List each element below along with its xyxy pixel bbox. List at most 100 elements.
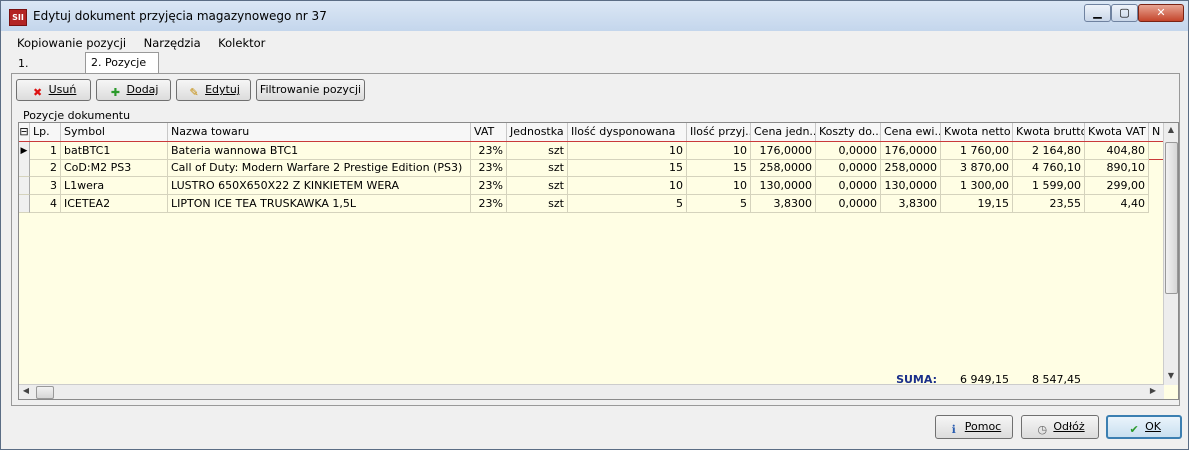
col-jednostka[interactable]: Jednostka [507,123,568,141]
cell-nazwa[interactable]: Call of Duty: Modern Warfare 2 Prestige … [168,159,471,177]
cell-brutto[interactable]: 1 599,00 [1013,177,1085,195]
cell-cena-jedn[interactable]: 3,8300 [751,195,816,213]
positions-grid[interactable]: ⊟ Lp. Symbol Nazwa towaru VAT Jednostka … [18,122,1179,400]
cell-cena-ewi[interactable]: 130,0000 [881,177,941,195]
col-ilosc-przyjeta[interactable]: Ilość przyj... [687,123,751,141]
cell-brutto[interactable]: 23,55 [1013,195,1085,213]
cell-koszty[interactable]: 0,0000 [816,142,881,160]
cell-brutto[interactable]: 4 760,10 [1013,159,1085,177]
help-button[interactable]: ℹ Pomoc [935,415,1013,439]
cell-ilosc-przyj[interactable]: 10 [687,142,751,160]
row-selector[interactable] [19,177,30,195]
cell-symbol[interactable]: L1wera [61,177,168,195]
title-bar[interactable]: SII Edytuj dokument przyjęcia magazynowe… [1,1,1188,31]
cell-cena-ewi[interactable]: 176,0000 [881,142,941,160]
horizontal-scrollbar[interactable]: ◀ ▶ [19,384,1164,399]
cell-netto[interactable]: 19,15 [941,195,1013,213]
scroll-up-icon[interactable]: ▲ [1164,125,1178,134]
menu-narzedzia[interactable]: Narzędzia [137,34,208,52]
cell-kwota-vat[interactable]: 890,10 [1085,159,1149,177]
col-lp[interactable]: Lp. [30,123,61,141]
cell-vat[interactable]: 23% [471,159,507,177]
col-cena-ewidencyjna[interactable]: Cena ewi... [881,123,941,141]
cell-kwota-vat[interactable]: 404,80 [1085,142,1149,160]
delete-button[interactable]: ✖ Usuń [16,79,91,101]
vertical-scroll-thumb[interactable] [1165,142,1178,294]
cell-kwota-vat[interactable]: 4,40 [1085,195,1149,213]
cell-ilosc-przyj[interactable]: 10 [687,177,751,195]
cell-ilosc-dysp[interactable]: 10 [568,142,687,160]
cell-cena-ewi[interactable]: 3,8300 [881,195,941,213]
cell-vat[interactable]: 23% [471,195,507,213]
ok-button[interactable]: ✔ OK [1106,415,1182,439]
col-kwota-brutto[interactable]: Kwota brutto [1013,123,1085,141]
app-icon[interactable]: SII [9,9,27,26]
col-n[interactable]: N [1149,123,1164,141]
col-nazwa-towaru[interactable]: Nazwa towaru [168,123,471,141]
cell-ilosc-dysp[interactable]: 15 [568,159,687,177]
cell-nazwa[interactable]: LUSTRO 650X650X22 Z KINKIETEM WERA [168,177,471,195]
cell-vat[interactable]: 23% [471,177,507,195]
cell-lp[interactable]: 3 [30,177,61,195]
cell-lp[interactable]: 2 [30,159,61,177]
cell-cena-ewi[interactable]: 258,0000 [881,159,941,177]
scroll-left-icon[interactable]: ◀ [19,386,33,395]
cell-cena-jedn[interactable]: 176,0000 [751,142,816,160]
current-row-indicator-icon[interactable]: ▶ [19,142,30,160]
cell-cena-jedn[interactable]: 130,0000 [751,177,816,195]
cell-koszty[interactable]: 0,0000 [816,177,881,195]
filter-positions-button[interactable]: Filtrowanie pozycji [256,79,365,101]
cell-brutto[interactable]: 2 164,80 [1013,142,1085,160]
vertical-scrollbar[interactable]: ▲ ▼ [1163,123,1178,385]
cell-ilosc-przyj[interactable]: 15 [687,159,751,177]
cell-symbol[interactable]: ICETEA2 [61,195,168,213]
cell-cena-jedn[interactable]: 258,0000 [751,159,816,177]
col-cena-jednostkowa[interactable]: Cena jedn... [751,123,816,141]
cell-jednostka[interactable]: szt [507,195,568,213]
close-button[interactable]: ✕ [1138,4,1184,22]
menu-kopiowanie-pozycji[interactable]: Kopiowanie pozycji [10,34,133,52]
minimize-button[interactable]: ▁ [1084,4,1111,22]
cell-netto[interactable]: 1 760,00 [941,142,1013,160]
col-ilosc-dysponowana[interactable]: Ilość dysponowana [568,123,687,141]
row-selector[interactable] [19,159,30,177]
scroll-right-icon[interactable]: ▶ [1146,386,1160,395]
col-koszty-dodatkowe[interactable]: Koszty do... [816,123,881,141]
col-symbol[interactable]: Symbol [61,123,168,141]
cell-nazwa[interactable]: LIPTON ICE TEA TRUSKAWKA 1,5L [168,195,471,213]
cell-koszty[interactable]: 0,0000 [816,159,881,177]
tab-dokument[interactable]: 1. Dokument [13,54,93,89]
column-chooser-icon[interactable]: ⊟ [19,123,30,141]
cell-jednostka[interactable]: szt [507,159,568,177]
menu-kolektor[interactable]: Kolektor [211,34,272,52]
horizontal-scroll-thumb[interactable] [36,386,54,399]
add-button[interactable]: ✚ Dodaj [96,79,171,101]
col-vat[interactable]: VAT [471,123,507,141]
cell-ilosc-dysp[interactable]: 10 [568,177,687,195]
table-row[interactable]: 2 CoD:M2 PS3 Call of Duty: Modern Warfare … [19,159,1164,177]
cell-kwota-vat[interactable]: 299,00 [1085,177,1149,195]
tab-pozycje[interactable]: 2. Pozycje [85,52,159,74]
cell-jednostka[interactable]: szt [507,142,568,160]
table-row[interactable]: 3 L1wera LUSTRO 650X650X22 Z KINKIETEM WER… [19,177,1164,195]
cell-koszty[interactable]: 0,0000 [816,195,881,213]
scroll-down-icon[interactable]: ▼ [1164,371,1178,380]
cell-lp[interactable]: 1 [30,142,61,160]
cell-symbol[interactable]: batBTC1 [61,142,168,160]
col-kwota-netto[interactable]: Kwota netto [941,123,1013,141]
row-selector[interactable] [19,195,30,213]
cell-symbol[interactable]: CoD:M2 PS3 [61,159,168,177]
table-row[interactable]: ▶ 1 batBTC1 Bateria wannowa BTC1 23% szt 10 10 1… [19,141,1164,160]
cell-ilosc-dysp[interactable]: 5 [568,195,687,213]
col-kwota-vat[interactable]: Kwota VAT [1085,123,1149,141]
table-row[interactable]: 4 ICETEA2 LIPTON ICE TEA TRUSKAWKA 1,5L 23%… [19,195,1164,213]
cell-vat[interactable]: 23% [471,142,507,160]
maximize-button[interactable]: ▢ [1111,4,1138,22]
cell-netto[interactable]: 1 300,00 [941,177,1013,195]
cell-ilosc-przyj[interactable]: 5 [687,195,751,213]
cell-jednostka[interactable]: szt [507,177,568,195]
cell-lp[interactable]: 4 [30,195,61,213]
postpone-button[interactable]: ◷ Odłóż [1021,415,1099,439]
cell-netto[interactable]: 3 870,00 [941,159,1013,177]
cell-nazwa[interactable]: Bateria wannowa BTC1 [168,142,471,160]
